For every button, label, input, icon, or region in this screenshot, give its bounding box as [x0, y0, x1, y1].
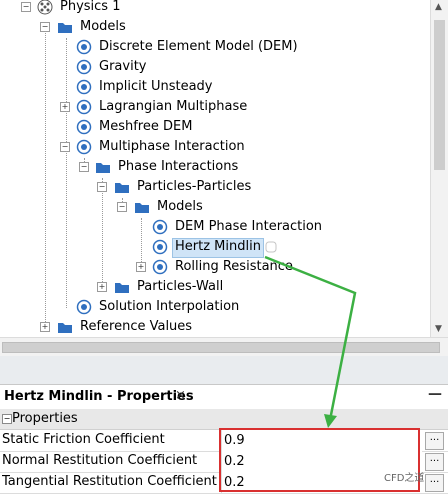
edit-hint-icon: [265, 241, 277, 253]
property-edit-button[interactable]: ...: [425, 432, 444, 450]
property-edit-button[interactable]: ...: [425, 453, 444, 471]
folder-icon: [58, 323, 72, 333]
collapse-toggle[interactable]: −: [60, 142, 70, 152]
collapse-toggle[interactable]: −: [79, 162, 89, 172]
property-edit-button[interactable]: ...: [425, 474, 444, 492]
tree-vertical-scrollbar[interactable]: ▲ ▼: [430, 0, 448, 337]
expand-toggle[interactable]: +: [136, 262, 146, 272]
tree-node-label: Models: [80, 19, 126, 34]
tree-node-models-nested[interactable]: − Models: [0, 197, 430, 217]
scrollbar-thumb[interactable]: [2, 342, 440, 353]
collapse-toggle[interactable]: −: [117, 202, 127, 212]
tree-node-particles-wall[interactable]: + Particles-Wall: [0, 277, 430, 297]
folder-icon: [135, 203, 149, 213]
tree-node-implicit-unsteady[interactable]: Implicit Unsteady: [0, 77, 430, 97]
property-value-field[interactable]: 0.9: [221, 430, 422, 451]
properties-panel-header: Hertz Mindlin - Properties × —: [0, 384, 448, 410]
property-row-tangential-restitution: Tangential Restitution Coefficient 0.2 .…: [0, 472, 448, 494]
folder-icon: [115, 283, 129, 293]
scroll-up-arrow-icon[interactable]: ▲: [435, 2, 442, 12]
tree-node-label: Rolling Resistance: [175, 259, 293, 274]
tree-horizontal-scrollbar[interactable]: [0, 337, 448, 356]
expand-toggle[interactable]: +: [60, 102, 70, 112]
tree-node-label: Discrete Element Model (DEM): [99, 39, 298, 54]
collapse-toggle[interactable]: −: [40, 22, 50, 32]
model-node-icon: [152, 219, 168, 235]
model-node-icon: [76, 99, 92, 115]
tree-node-reference-values[interactable]: + Reference Values: [0, 317, 430, 337]
tree-node-label: Multiphase Interaction: [99, 139, 245, 154]
folder-icon: [115, 183, 129, 193]
panel-divider: [0, 356, 448, 384]
tree-node-solution-interpolation[interactable]: Solution Interpolation: [0, 297, 430, 317]
tree-node-hertz-mindlin[interactable]: Hertz Mindlin: [0, 237, 430, 258]
scrollbar-thumb[interactable]: [434, 20, 445, 170]
tree-node-label: Models: [157, 199, 203, 214]
model-node-icon: [76, 79, 92, 95]
tree-node-label: Hertz Mindlin: [172, 238, 264, 258]
tree-node-lagrangian-multiphase[interactable]: + Lagrangian Multiphase: [0, 97, 430, 117]
tree-node-particles-particles[interactable]: − Particles-Particles: [0, 177, 430, 197]
tree-node-dem-phase-interaction[interactable]: DEM Phase Interaction: [0, 217, 430, 237]
model-node-icon: [76, 39, 92, 55]
close-icon[interactable]: ×: [175, 388, 186, 403]
tree-node-label: Solution Interpolation: [99, 299, 240, 314]
tree-node-physics-1[interactable]: − Physics 1: [0, 0, 430, 17]
model-node-icon: [76, 119, 92, 135]
tree-node-label: Particles-Particles: [137, 179, 252, 194]
tree-node-multiphase-interaction[interactable]: − Multiphase Interaction: [0, 137, 430, 157]
property-row-normal-restitution: Normal Restitution Coefficient 0.2 ...: [0, 451, 448, 473]
simulation-tree: − Physics 1 − Models Discrete Element Mo…: [0, 0, 430, 337]
model-node-icon: [76, 59, 92, 75]
collapse-toggle[interactable]: −: [97, 182, 107, 192]
collapse-toggle[interactable]: −: [21, 2, 31, 12]
properties-panel-title: Hertz Mindlin - Properties: [4, 389, 194, 404]
collapse-toggle[interactable]: −: [2, 414, 12, 424]
tree-node-label: Reference Values: [80, 319, 193, 334]
tree-node-label: Phase Interactions: [118, 159, 239, 174]
section-label: Properties: [12, 411, 78, 426]
expand-toggle[interactable]: +: [97, 282, 107, 292]
property-name: Static Friction Coefficient: [2, 432, 165, 447]
property-row-static-friction: Static Friction Coefficient 0.9 ...: [0, 430, 448, 452]
properties-section-header[interactable]: − Properties: [0, 409, 448, 430]
tree-node-rolling-resistance[interactable]: + Rolling Resistance: [0, 257, 430, 277]
tree-node-label: DEM Phase Interaction: [175, 219, 323, 234]
folder-icon: [58, 23, 72, 33]
minimize-icon[interactable]: —: [428, 386, 442, 402]
model-node-icon: [152, 259, 168, 275]
tree-node-label: Particles-Wall: [137, 279, 224, 294]
tree-node-discrete-element-model[interactable]: Discrete Element Model (DEM): [0, 37, 430, 57]
property-name: Tangential Restitution Coefficient: [2, 474, 217, 489]
tree-node-label: Meshfree DEM: [99, 119, 193, 134]
tree-node-label: Implicit Unsteady: [99, 79, 213, 94]
model-node-icon: [76, 299, 92, 315]
tree-node-models[interactable]: − Models: [0, 17, 430, 37]
atom-physics-icon: [37, 0, 53, 15]
property-name: Normal Restitution Coefficient: [2, 453, 198, 468]
scroll-down-arrow-icon[interactable]: ▼: [435, 324, 442, 334]
tree-node-gravity[interactable]: Gravity: [0, 57, 430, 77]
tree-node-label: Lagrangian Multiphase: [99, 99, 248, 114]
expand-toggle[interactable]: +: [40, 322, 50, 332]
tree-node-meshfree-dem[interactable]: Meshfree DEM: [0, 117, 430, 137]
tree-node-label: Gravity: [99, 59, 147, 74]
model-node-icon: [152, 239, 168, 255]
watermark: CFD之道: [384, 473, 425, 484]
model-node-icon: [76, 139, 92, 155]
folder-icon: [96, 163, 110, 173]
tree-node-label: Physics 1: [60, 0, 121, 14]
tree-node-phase-interactions[interactable]: − Phase Interactions: [0, 157, 430, 177]
